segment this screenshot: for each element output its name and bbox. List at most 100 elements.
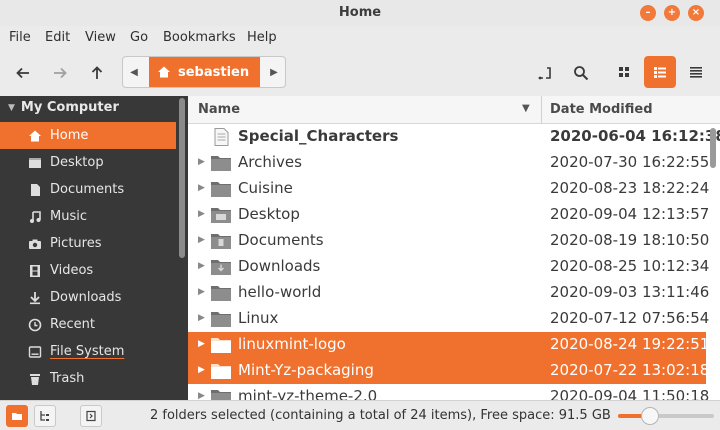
status-bar: 2 folders selected (containing a total o… <box>0 400 720 430</box>
expander-icon[interactable]: ▶ <box>198 365 205 375</box>
home-icon <box>158 66 170 78</box>
sidebar-scrollbar[interactable] <box>178 96 186 400</box>
sidebar-item-file-system[interactable]: File System <box>0 338 176 365</box>
forward-button[interactable] <box>45 59 75 87</box>
desktop-icon <box>28 156 42 170</box>
column-header: Name ▼ Date Modified <box>188 96 720 124</box>
file-name: mint-yz-theme-2.0 <box>238 387 378 400</box>
expander-icon[interactable]: ▶ <box>198 339 205 349</box>
hide-sidebar-button[interactable] <box>80 405 102 427</box>
sidebar-item-videos[interactable]: Videos <box>0 257 176 284</box>
path-next-button[interactable]: ▶ <box>263 57 285 87</box>
menu-help[interactable]: Help <box>247 30 277 45</box>
sidebar-item-trash[interactable]: Trash <box>0 365 176 392</box>
file-row[interactable]: ▶ Documents 2020-08-19 18:10:50 <box>188 228 710 254</box>
minimize-button[interactable]: – <box>640 5 656 21</box>
file-row[interactable]: ▶ Cuisine 2020-08-23 18:22:24 <box>188 176 709 202</box>
file-name: Cuisine <box>238 179 293 197</box>
sidebar-item-documents[interactable]: Documents <box>0 176 176 203</box>
arrow-up-icon <box>91 66 103 79</box>
file-date-modified: 2020-08-19 18:10:50 <box>550 231 710 249</box>
file-row[interactable]: ▶ linuxmint-logo 2020-08-24 19:22:51 <box>188 332 709 358</box>
menu-file[interactable]: File <box>9 30 31 45</box>
expander-icon[interactable]: ▶ <box>198 157 205 167</box>
file-row[interactable]: ▶ Mint-Yz-packaging 2020-07-22 13:02:18 <box>188 358 709 384</box>
column-date-header[interactable]: Date Modified <box>550 102 653 117</box>
file-name: linuxmint-logo <box>238 335 346 353</box>
file-list-scrollbar[interactable] <box>708 124 718 400</box>
menu-go[interactable]: Go <box>130 30 148 45</box>
title-bar: Home – + × <box>0 0 720 26</box>
show-places-button[interactable] <box>6 405 28 427</box>
menu-bookmarks[interactable]: Bookmarks <box>163 30 236 45</box>
sidebar-item-home[interactable]: Home <box>0 122 176 149</box>
toggle-location-button[interactable] <box>530 59 560 87</box>
sidebar-item-label: Videos <box>50 263 94 278</box>
icon-view-button[interactable] <box>608 56 640 88</box>
expander-icon[interactable]: ▶ <box>198 235 205 245</box>
file-date-modified: 2020-06-04 16:12:38 <box>550 127 720 145</box>
chevron-down-icon: ▼ <box>8 102 15 113</box>
expander-icon[interactable]: ▶ <box>198 209 205 219</box>
file-row[interactable]: ▶ Downloads 2020-08-25 10:12:34 <box>188 254 710 280</box>
sidebar-section-my-computer[interactable]: ▼ My Computer <box>8 100 119 115</box>
folder-icon <box>210 284 232 302</box>
document-icon <box>28 183 42 197</box>
file-row[interactable]: Special_Characters 2020-06-04 16:12:38 <box>188 124 720 150</box>
folder-icon <box>210 232 232 250</box>
expander-icon[interactable]: ▶ <box>198 183 205 193</box>
folder-icon <box>210 362 232 380</box>
expander-icon[interactable]: ▶ <box>198 391 205 400</box>
sidebar-item-label: Home <box>50 128 89 143</box>
download-icon <box>28 291 42 305</box>
sidebar-toggle-icon <box>86 410 96 422</box>
column-name-header[interactable]: Name <box>198 102 240 117</box>
sidebar: ▼ My Computer Home Desktop Documents Mus… <box>0 96 188 400</box>
file-name: hello-world <box>238 283 322 301</box>
expander-icon[interactable]: ▶ <box>198 287 205 297</box>
path-crumb-home[interactable]: sebastien <box>149 57 260 87</box>
back-button[interactable] <box>8 59 38 87</box>
file-row[interactable]: ▶ mint-yz-theme-2.0 2020-09-04 11:50:18 <box>188 384 709 400</box>
path-prev-button[interactable]: ◀ <box>123 57 145 87</box>
sidebar-item-label: Desktop <box>50 155 104 170</box>
menu-view[interactable]: View <box>85 30 116 45</box>
status-text: 2 folders selected (containing a total o… <box>150 408 611 423</box>
zoom-slider[interactable] <box>618 407 714 425</box>
drive-icon <box>28 345 42 359</box>
file-row[interactable]: ▶ hello-world 2020-09-03 13:11:46 <box>188 280 709 306</box>
trash-icon <box>28 372 42 386</box>
sidebar-item-label: Recent <box>50 317 95 332</box>
list-view-button[interactable] <box>644 56 676 88</box>
sidebar-item-downloads[interactable]: Downloads <box>0 284 176 311</box>
sidebar-item-desktop[interactable]: Desktop <box>0 149 176 176</box>
file-row[interactable]: ▶ Archives 2020-07-30 16:22:55 <box>188 150 710 176</box>
sidebar-item-music[interactable]: Music <box>0 203 176 230</box>
home-icon <box>28 129 42 143</box>
compact-view-button[interactable] <box>680 56 712 88</box>
close-button[interactable]: × <box>688 5 704 21</box>
file-date-modified: 2020-07-30 16:22:55 <box>550 153 710 171</box>
folder-icon <box>210 180 232 198</box>
show-tree-button[interactable] <box>34 405 56 427</box>
sidebar-item-label: Documents <box>50 182 125 197</box>
sidebar-item-recent[interactable]: Recent <box>0 311 176 338</box>
file-row[interactable]: ▶ Linux 2020-07-12 07:56:54 <box>188 306 709 332</box>
zoom-slider-handle[interactable] <box>640 407 659 425</box>
search-button[interactable] <box>566 59 596 87</box>
file-name: Desktop <box>238 205 300 223</box>
up-button[interactable] <box>82 59 112 87</box>
expander-icon[interactable]: ▶ <box>198 313 205 323</box>
sidebar-item-pictures[interactable]: Pictures <box>0 230 176 257</box>
camera-icon <box>28 237 42 251</box>
text-file-icon <box>210 128 232 146</box>
folder-icon <box>210 206 232 224</box>
folder-icon <box>210 258 232 276</box>
expander-icon[interactable]: ▶ <box>198 261 205 271</box>
file-row[interactable]: ▶ Desktop 2020-09-04 12:13:57 <box>188 202 710 228</box>
file-date-modified: 2020-08-25 10:12:34 <box>550 257 710 275</box>
file-date-modified: 2020-09-04 12:13:57 <box>550 205 710 223</box>
sidebar-section-label: My Computer <box>20 100 119 115</box>
menu-edit[interactable]: Edit <box>45 30 70 45</box>
maximize-button[interactable]: + <box>664 5 680 21</box>
